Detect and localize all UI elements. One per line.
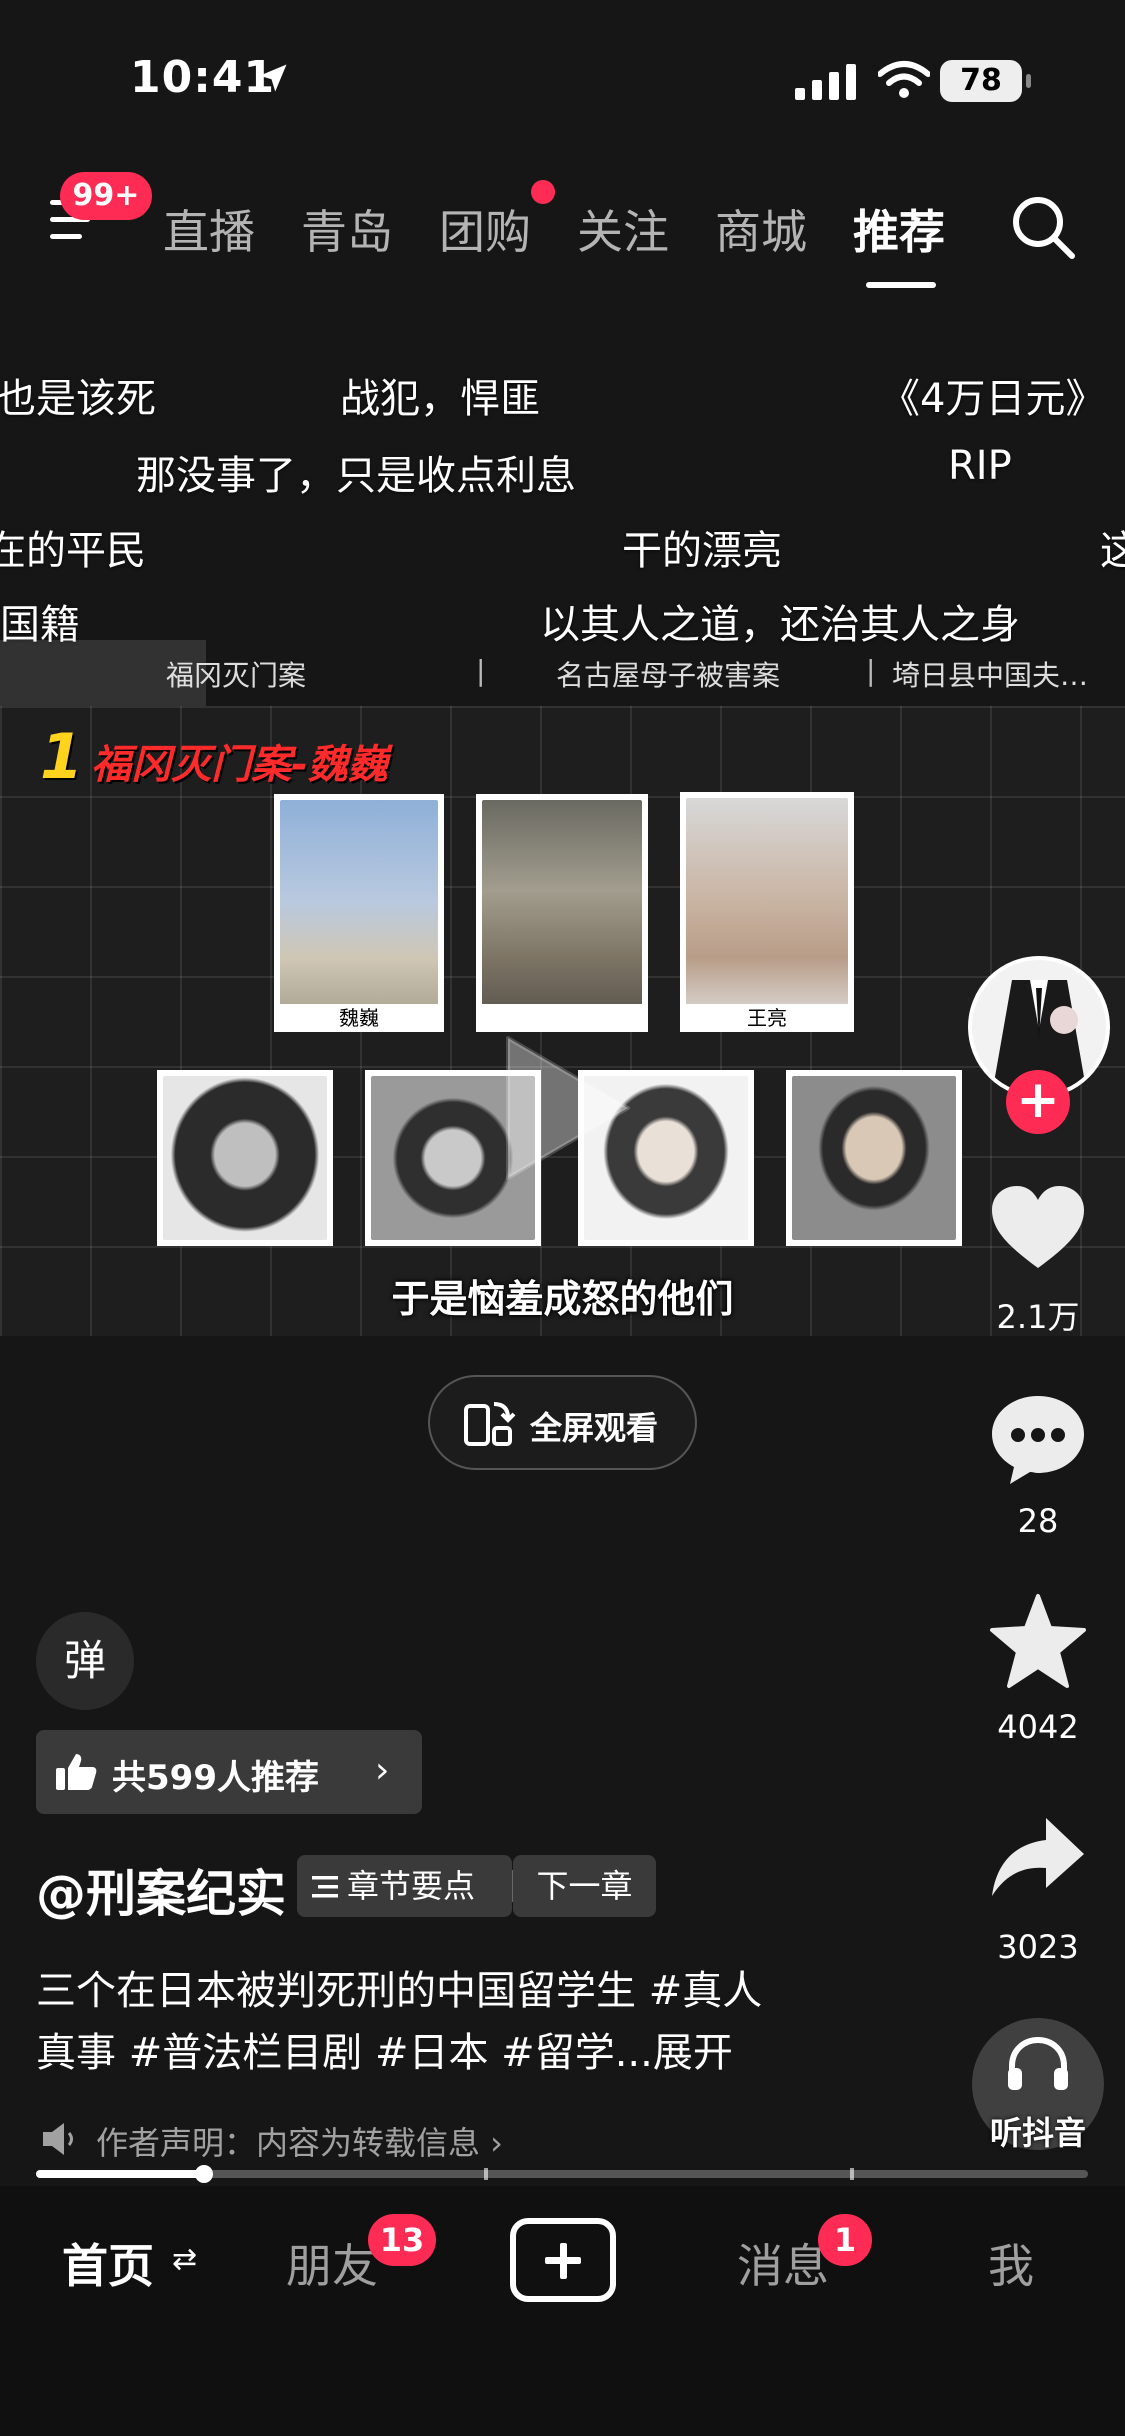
comment-icon[interactable] (988, 1388, 1088, 1488)
danmaku-comment: 在的平民 (0, 528, 146, 574)
tab-live[interactable]: 直播 (163, 196, 255, 262)
danmaku-comment: 干的漂亮 (622, 528, 782, 574)
danmaku-comment: RIP (948, 443, 1012, 489)
tab-friends[interactable]: 朋友 (286, 2230, 378, 2296)
portrait-photo (157, 1070, 333, 1246)
thumbs-up-icon (56, 1754, 97, 1790)
description-line: 真事 #普法栏目剧 #日本 #留学...展开 (36, 2030, 733, 2076)
status-time: 10:41 (130, 52, 276, 103)
recommend-count-label: 共599人推荐 (112, 1758, 319, 1798)
danmaku-comment: 《4万日元》 (880, 376, 1106, 422)
chapter-divider: | (476, 654, 486, 687)
photo-caption: 魏巍 (274, 1004, 444, 1032)
chapter-item[interactable]: 福冈灭门案 (166, 654, 306, 694)
video-progress-fill (36, 2170, 204, 2178)
video-title-number: 1 (40, 720, 84, 793)
search-icon[interactable] (1008, 192, 1078, 262)
swap-icon: ⇄ (172, 2242, 198, 2277)
danmaku-toggle-button[interactable]: 弹 (36, 1612, 134, 1710)
wifi-icon (878, 61, 930, 98)
danmaku-comment: 那没事了，只是收点利息 (136, 453, 576, 499)
danmaku-comment: 以其人之道，还治其人之身 (540, 602, 1020, 648)
portrait-photo: 王亮 (680, 792, 854, 1032)
video-title-text: 福冈灭门案-魏巍 (91, 742, 388, 788)
chapter-item[interactable]: 埼日县中国夫… (892, 654, 1088, 694)
speaker-icon (43, 2123, 73, 2155)
portrait-photo: 魏巍 (274, 794, 444, 1032)
cellular-signal-icon (795, 64, 856, 100)
description-line: 三个在日本被判死刑的中国留学生 #真人 (36, 1968, 763, 2014)
favorite-star-icon[interactable] (988, 1592, 1088, 1692)
danmaku-comment: 也是该死 (0, 376, 156, 422)
group-buy-dot-badge (531, 180, 555, 204)
active-tab-indicator (866, 282, 936, 288)
headphones-icon (1008, 2036, 1068, 2090)
share-arrow-icon[interactable] (988, 1808, 1088, 1908)
author-name[interactable]: @刑案纪实 (36, 1854, 286, 1926)
portrait-photo (786, 1070, 962, 1246)
video-description[interactable]: 三个在日本被判死刑的中国留学生 #真人 真事 #普法栏目剧 #日本 #留学...… (36, 1960, 916, 2084)
video-progress-handle[interactable] (195, 2165, 213, 2183)
menu-notification-badge: 99+ (60, 172, 152, 220)
tab-qingdao[interactable]: 青岛 (301, 196, 393, 262)
chapter-divider: | (866, 654, 876, 687)
favorite-count: 4042 (997, 1708, 1079, 1746)
video-title-overlay: 1 福冈灭门案-魏巍 (40, 720, 388, 793)
create-post-button[interactable] (510, 2218, 616, 2302)
tab-me[interactable]: 我 (988, 2230, 1034, 2296)
danmaku-comment: 战犯，悍匪 (340, 376, 540, 422)
share-count: 3023 (997, 1928, 1079, 1966)
danmaku-comment: 这 (1100, 528, 1125, 574)
messages-badge: 1 (818, 2214, 872, 2266)
comment-count: 28 (1017, 1502, 1059, 1540)
location-arrow-icon (259, 64, 287, 92)
play-icon[interactable] (488, 1028, 638, 1188)
tab-mall[interactable]: 商城 (715, 196, 807, 262)
rotate-screen-icon (464, 1402, 516, 1446)
like-count: 2.1万 (996, 1298, 1080, 1336)
tab-group-buy[interactable]: 团购 (439, 196, 531, 262)
like-heart-icon[interactable] (988, 1180, 1088, 1280)
video-subtitle: 于是恼羞成怒的他们 (391, 1277, 734, 1321)
tab-recommended[interactable]: 推荐 (853, 196, 945, 262)
list-icon (312, 1876, 338, 1898)
photo-caption: 王亮 (680, 1004, 854, 1032)
follow-button[interactable]: + (1006, 1070, 1070, 1134)
tab-following[interactable]: 关注 (577, 196, 669, 262)
portrait-photo (476, 794, 648, 1032)
next-chapter-button[interactable]: 下一章 (513, 1855, 656, 1917)
fullscreen-label: 全屏观看 (530, 1409, 659, 1447)
tab-messages[interactable]: 消息 (737, 2230, 829, 2296)
chevron-right-icon: › (375, 1750, 390, 1791)
chapter-marker (850, 2168, 854, 2180)
chapter-item[interactable]: 名古屋母子被害案 (556, 654, 780, 694)
battery-indicator: 78 (940, 60, 1031, 102)
listen-douyin-label: 听抖音 (989, 2114, 1086, 2152)
author-declaration[interactable]: 作者声明：内容为转载信息 › (96, 2118, 503, 2164)
tab-home[interactable]: 首页 (62, 2230, 154, 2296)
friends-badge: 13 (368, 2214, 436, 2266)
chapter-marker (484, 2168, 488, 2180)
